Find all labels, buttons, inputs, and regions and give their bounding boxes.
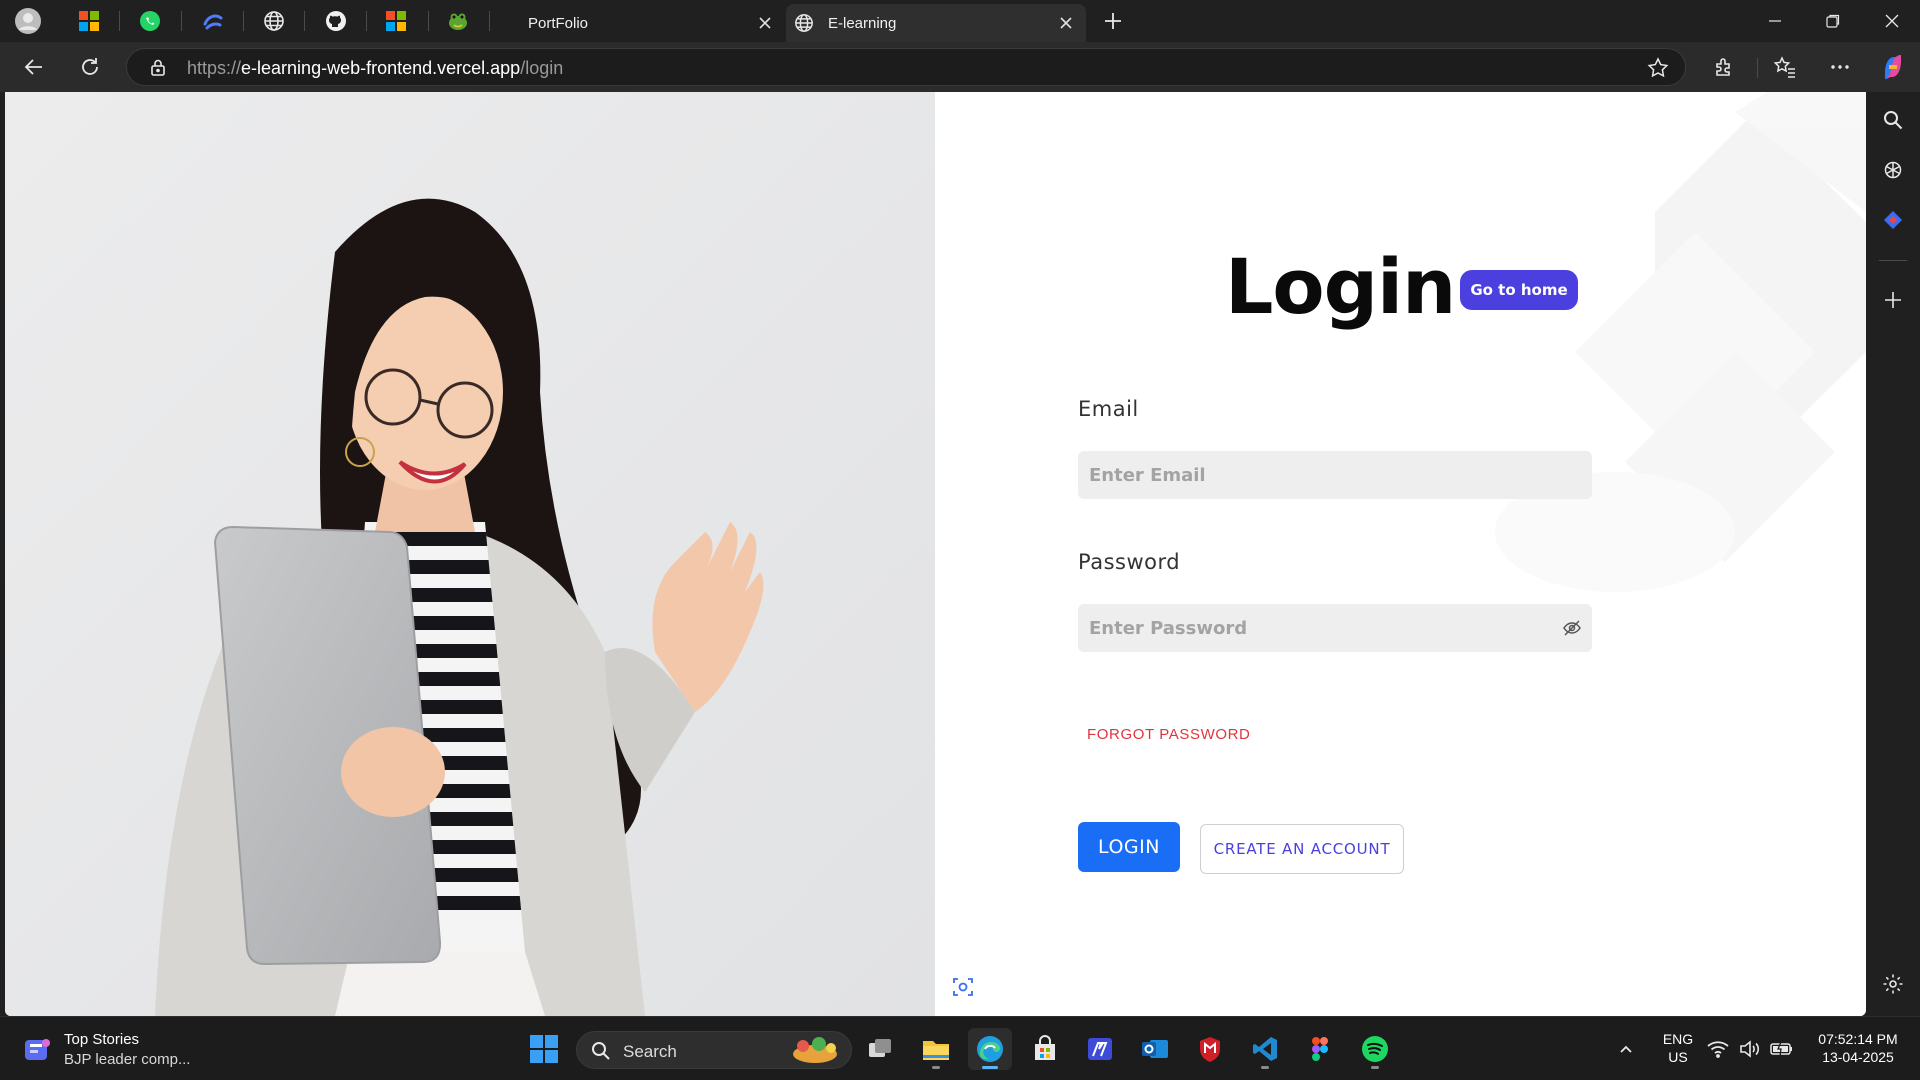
windows-start-icon[interactable]: [522, 1028, 566, 1070]
url-host: e-learning-web-frontend.vercel.app: [241, 58, 521, 78]
globe-icon[interactable]: [254, 6, 294, 36]
clock-time: 07:52:14 PM: [1818, 1031, 1898, 1047]
keyboard-region: US: [1668, 1049, 1688, 1065]
running-indicator: [932, 1066, 940, 1069]
login-button[interactable]: LOGIN: [1078, 822, 1180, 872]
task-view-icon[interactable]: [858, 1028, 902, 1070]
web-viewport: Login Go to home Email Password FORGOT P…: [5, 92, 1866, 1016]
slanted-m-app-icon[interactable]: [1078, 1028, 1122, 1070]
add-sidebar-app-icon[interactable]: [1877, 284, 1909, 316]
sidebar-separator: [1879, 260, 1907, 261]
microsoft-icon[interactable]: [376, 6, 416, 36]
browser-toolbar: https://e-learning-web-frontend.vercel.a…: [0, 42, 1920, 92]
wifi-icon[interactable]: [1703, 1028, 1733, 1070]
close-tab-icon[interactable]: [757, 15, 773, 31]
go-to-home-button[interactable]: Go to home: [1460, 270, 1578, 310]
url-path: /login: [520, 58, 564, 78]
refresh-icon[interactable]: [72, 50, 108, 84]
tab-separator: [243, 11, 244, 31]
search-label: Search: [623, 1042, 677, 1061]
clock-date: 13-04-2025: [1822, 1049, 1894, 1065]
sidebar-search-icon[interactable]: [1877, 104, 1909, 136]
copilot-icon[interactable]: [1875, 50, 1911, 84]
show-hidden-icons-chevron-up-icon[interactable]: [1606, 1028, 1646, 1070]
favorites-icon[interactable]: [1767, 50, 1803, 84]
new-tab-plus-icon[interactable]: [1093, 6, 1133, 36]
tab-separator: [181, 11, 182, 31]
edge-browser-icon[interactable]: [968, 1028, 1012, 1070]
file-explorer-icon[interactable]: [914, 1028, 958, 1070]
login-panel: Login Go to home Email Password FORGOT P…: [935, 92, 1866, 1016]
news-subtitle: BJP leader comp...: [64, 1051, 191, 1068]
running-indicator: [1261, 1066, 1269, 1069]
active-indicator: [982, 1066, 998, 1069]
email-field[interactable]: [1078, 451, 1592, 499]
volume-icon[interactable]: [1735, 1028, 1765, 1070]
close-window-icon[interactable]: [1864, 0, 1920, 42]
page-title: Login: [1225, 242, 1456, 331]
lock-icon[interactable]: [149, 58, 167, 76]
outlook-icon[interactable]: [1133, 1028, 1177, 1070]
frog-icon[interactable]: [438, 6, 478, 36]
restore-icon[interactable]: [1805, 0, 1861, 42]
tab-portfolio[interactable]: PortFolio: [500, 4, 785, 42]
windows-taskbar: Top Stories BJP leader comp... Search EN…: [0, 1016, 1920, 1080]
language-code: ENG: [1662, 1031, 1694, 1047]
whatsapp-icon[interactable]: [130, 6, 170, 36]
browser-tab-strip: PortFolio E-learning: [0, 0, 1920, 42]
tab-separator: [119, 11, 120, 31]
github-icon[interactable]: [316, 6, 356, 36]
tab-title: E-learning: [828, 14, 897, 32]
mcafee-shield-icon[interactable]: [1188, 1028, 1232, 1070]
tab-e-learning[interactable]: E-learning: [786, 4, 1086, 42]
toolbar-separator: [1757, 58, 1758, 78]
news-widget-icon: [22, 1035, 52, 1065]
microsoft-store-taskbar-icon[interactable]: [1023, 1028, 1067, 1070]
curved-arrow-icon[interactable]: [193, 6, 233, 36]
tab-title: PortFolio: [528, 14, 589, 32]
forgot-password-link[interactable]: FORGOT PASSWORD: [1087, 726, 1250, 743]
background-decoration: [1495, 92, 1866, 592]
language-indicator[interactable]: ENG US: [1660, 1031, 1696, 1065]
taskbar-search-box[interactable]: Search: [576, 1031, 852, 1069]
figma-icon[interactable]: [1298, 1028, 1342, 1070]
password-label: Password: [1078, 550, 1181, 574]
favorite-star-icon[interactable]: [1647, 57, 1669, 79]
address-bar[interactable]: https://e-learning-web-frontend.vercel.a…: [126, 48, 1686, 86]
microsoft-store-icon[interactable]: [69, 6, 109, 36]
hide-password-eye-icon[interactable]: [1562, 618, 1582, 638]
chatgpt-icon[interactable]: [1877, 154, 1909, 186]
news-widget[interactable]: Top Stories BJP leader comp...: [22, 1031, 222, 1071]
tab-separator: [489, 11, 490, 31]
url-text[interactable]: https://e-learning-web-frontend.vercel.a…: [187, 58, 563, 79]
sidebar-settings-gear-icon[interactable]: [1877, 968, 1909, 1000]
email-label: Email: [1078, 397, 1139, 421]
password-field[interactable]: [1078, 604, 1592, 652]
spotify-icon[interactable]: [1353, 1028, 1397, 1070]
battery-charging-icon[interactable]: [1767, 1028, 1797, 1070]
tab-separator: [304, 11, 305, 31]
running-indicator: [1371, 1066, 1379, 1069]
more-options-icon[interactable]: [1822, 50, 1858, 84]
vscode-icon[interactable]: [1243, 1028, 1287, 1070]
globe-icon: [794, 13, 814, 33]
news-title: Top Stories: [64, 1031, 140, 1048]
tab-separator: [428, 11, 429, 31]
search-highlight-illustration-icon: [789, 1034, 841, 1066]
hero-image: [5, 92, 935, 1016]
edge-sidebar: [1866, 92, 1920, 1016]
clock[interactable]: 07:52:14 PM 13-04-2025: [1810, 1031, 1906, 1065]
close-tab-icon[interactable]: [1058, 15, 1074, 31]
minimize-icon[interactable]: [1747, 0, 1803, 42]
woman-with-laptop-illustration: [5, 92, 935, 1016]
create-account-button[interactable]: CREATE AN ACCOUNT: [1200, 824, 1404, 874]
url-scheme: https://: [187, 58, 242, 78]
search-icon: [591, 1041, 611, 1061]
back-arrow-icon[interactable]: [16, 50, 52, 84]
extensions-puzzle-icon[interactable]: [1706, 50, 1742, 84]
profile-avatar-icon[interactable]: [8, 6, 48, 36]
tab-separator: [366, 11, 367, 31]
visual-search-icon[interactable]: [948, 972, 978, 1002]
extension-diamond-icon[interactable]: [1877, 204, 1909, 236]
